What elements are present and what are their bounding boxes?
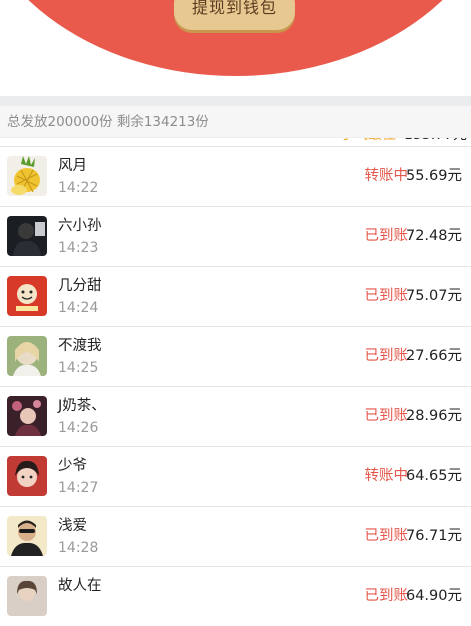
claimer-name: 不渡我 [58,338,102,354]
list-item[interactable]: 浅爱 14:28 已到账 76.71元 [0,506,471,566]
list-item[interactable]: 少爷 14:27 转账中 64.65元 [0,446,471,506]
transfer-status: 已到账 [364,408,409,424]
claim-amount: 76.71元 [405,528,462,544]
claim-amount: 64.65元 [405,468,462,484]
claimer-name: 浅爱 [58,518,87,534]
best-luck-amount: 153.77元 [404,138,467,146]
claim-time: 14:26 [58,420,99,436]
claim-time: 14:25 [58,360,99,376]
transfer-status: 已到账 [364,228,409,244]
claim-list: 风月 14:22 转账中 55.69元 六小孙 14:23 已到账 72.48元 [0,146,471,626]
claimer-name: 故人在 [58,578,102,594]
section-divider [0,96,471,106]
best-luck-label: 手气最佳 [340,138,396,146]
list-item[interactable]: 风月 14:22 转账中 55.69元 [0,146,471,206]
claim-time: 14:27 [58,480,99,496]
transfer-status: 已到账 [364,288,409,304]
claim-amount: 64.90元 [405,588,462,604]
claim-time: 14:28 [58,540,99,556]
transfer-status: 已到账 [364,528,409,544]
claim-time: 14:24 [58,300,99,316]
claim-amount: 27.66元 [405,348,462,364]
red-packet-header: 提现到钱包 [0,0,471,96]
claim-amount: 55.69元 [405,168,462,184]
avatar [7,156,47,196]
transfer-status: 已到账 [364,588,409,604]
list-item[interactable]: 几分甜 14:24 已到账 75.07元 [0,266,471,326]
claimer-name: 几分甜 [58,278,102,294]
avatar [7,336,47,376]
claim-time: 14:23 [58,240,99,256]
transfer-status: 转账中 [364,168,409,184]
avatar [7,576,47,616]
claim-amount: 75.07元 [405,288,462,304]
list-item[interactable]: 不渡我 14:25 已到账 27.66元 [0,326,471,386]
claimer-name: 风月 [58,158,87,174]
claimer-name: J奶茶、 [58,398,106,414]
claim-amount: 28.96元 [405,408,462,424]
claimer-name: 六小孙 [58,218,102,234]
distribution-summary: 总发放200000份 剩余134213份 [0,106,471,138]
crown-icon: ♛ [318,138,334,142]
avatar [7,216,47,256]
list-item[interactable]: 六小孙 14:23 已到账 72.48元 [0,206,471,266]
transfer-status: 转账中 [364,468,409,484]
avatar [7,516,47,556]
transfer-status: 已到账 [364,348,409,364]
list-item[interactable]: 故人在 已到账 64.90元 [0,566,471,626]
list-item[interactable]: J奶茶、 14:26 已到账 28.96元 [0,386,471,446]
avatar [7,396,47,436]
claim-time: 14:22 [58,180,99,196]
avatar [7,276,47,316]
withdraw-to-wallet-button[interactable]: 提现到钱包 [174,0,295,30]
claim-amount: 72.48元 [405,228,462,244]
avatar [7,456,47,496]
list-item-partial: ♛ 手气最佳 153.77元 [0,138,471,146]
claimer-name: 少爷 [58,458,87,474]
